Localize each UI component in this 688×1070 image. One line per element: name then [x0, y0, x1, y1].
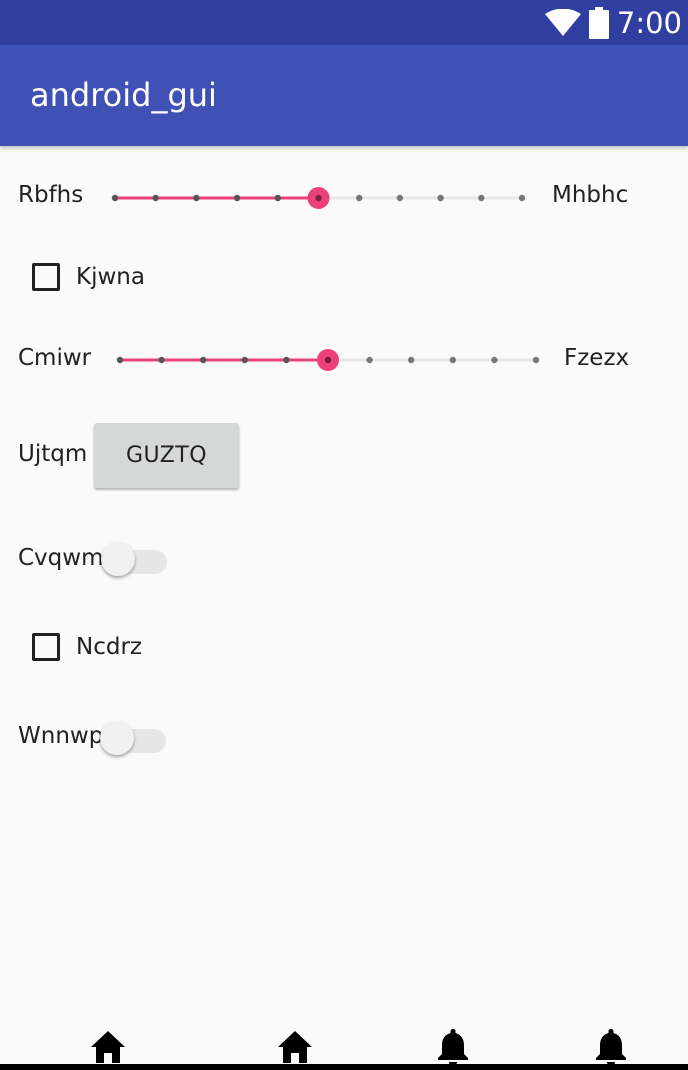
seekbar-tick — [283, 356, 290, 364]
seekbar-1[interactable] — [100, 180, 540, 216]
nav-home-1[interactable] — [88, 1026, 128, 1066]
seekbar-tick — [449, 356, 456, 364]
seekbar-tick — [491, 356, 498, 364]
home-icon — [278, 1031, 312, 1063]
wifi-icon — [544, 8, 581, 36]
seekbar-tick — [116, 356, 124, 364]
button-row-label: Ujtqm — [18, 441, 88, 467]
nav-bar-line — [0, 1064, 688, 1070]
seekbar-tick — [241, 356, 248, 364]
nav-notifications-1[interactable] — [433, 1026, 473, 1066]
seekbar-tick — [437, 194, 444, 202]
status-icons: 7:00 — [544, 0, 682, 45]
seekbar-2-right-label: Fzezx — [564, 345, 630, 371]
seekbar-tick — [200, 356, 207, 364]
seekbar-thumb-center — [315, 194, 322, 202]
seekbar-tick — [152, 194, 159, 202]
switch-wnnwp[interactable] — [100, 717, 166, 757]
seekbar-tick — [532, 356, 540, 364]
nav-notifications-2[interactable] — [591, 1026, 631, 1066]
seekbar-2[interactable] — [104, 342, 554, 378]
nav-home-2[interactable] — [275, 1026, 315, 1066]
seekbar-thumb-center — [324, 356, 332, 364]
switch-thumb — [100, 721, 134, 755]
status-bar: 7:00 — [0, 0, 688, 45]
seekbar-tick — [408, 356, 415, 364]
seekbar-tick — [274, 194, 281, 202]
switch-1-label: Cvqwm — [18, 545, 104, 571]
seekbar-tick — [396, 194, 404, 202]
guztq-button[interactable]: GUZTQ — [94, 423, 239, 488]
seekbar-tick — [518, 194, 526, 202]
status-time: 7:00 — [616, 5, 682, 40]
seekbar-tick — [158, 356, 165, 364]
home-icon — [91, 1031, 125, 1063]
seekbar-tick — [193, 194, 200, 202]
switch-thumb — [101, 542, 135, 576]
bell-icon — [596, 1029, 626, 1066]
seekbar-2-left-label: Cmiwr — [18, 345, 92, 371]
seekbar-tick — [356, 194, 363, 202]
bottom-nav — [0, 1022, 688, 1070]
checkbox-kjwna[interactable] — [32, 263, 60, 291]
app-bar: android_gui — [0, 45, 688, 146]
bell-icon — [438, 1029, 468, 1066]
checkbox-2-label: Ncdrz — [76, 634, 142, 660]
checkbox-ncdrz[interactable] — [32, 633, 60, 661]
app-title: android_gui — [30, 76, 217, 114]
seekbar-tick — [478, 194, 485, 202]
seekbar-tick — [233, 194, 241, 202]
seekbar-tick — [111, 194, 119, 202]
seekbar-1-left-label: Rbfhs — [18, 182, 84, 208]
battery-icon — [588, 6, 609, 39]
switch-cvqwm[interactable] — [101, 538, 167, 578]
seekbar-1-right-label: Mhbhc — [552, 182, 629, 208]
switch-2-label: Wnnwp — [18, 723, 104, 749]
seekbar-tick — [366, 356, 373, 364]
checkbox-1-label: Kjwna — [76, 264, 145, 290]
